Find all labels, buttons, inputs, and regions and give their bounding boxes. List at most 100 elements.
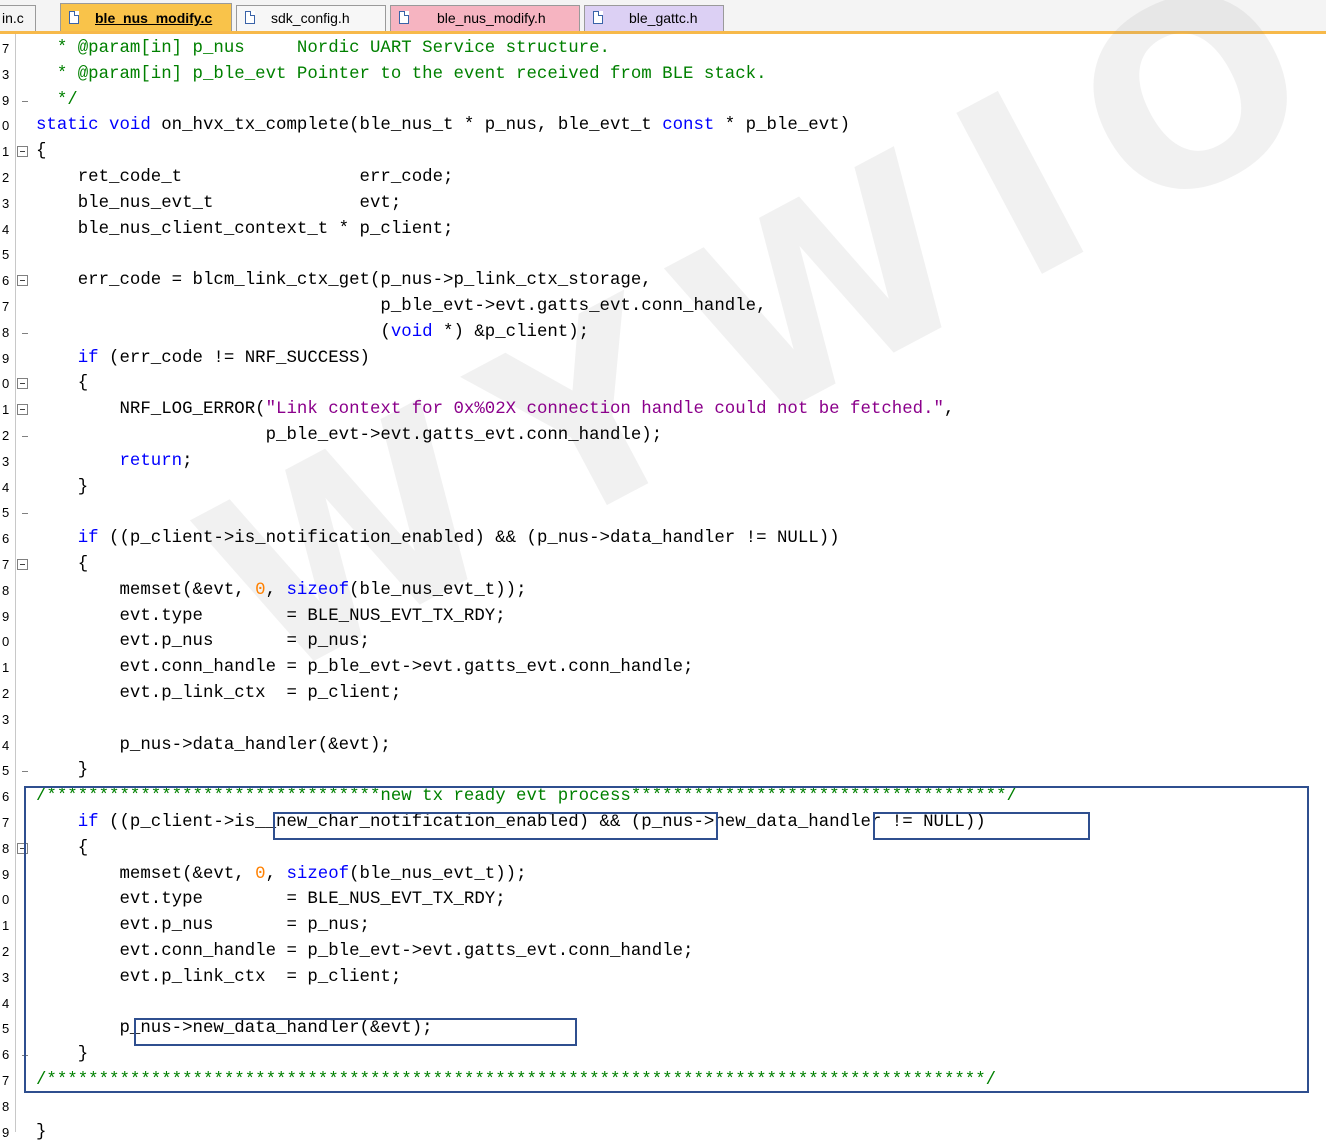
code-token: ((p_client->is_notification_enabled) && … [98, 529, 840, 549]
code-line: evt.p_link_ctx = p_client; [36, 681, 401, 707]
code-line: if ((p_client->is_notification_enabled) … [36, 526, 840, 552]
line-number: 2 [2, 428, 10, 443]
tab-ble-nus-modify-h[interactable]: ble_nus_modify.h [390, 5, 580, 31]
code-line: } [36, 1120, 46, 1146]
fold-end-tick [22, 513, 28, 515]
line-number: 8 [2, 582, 10, 598]
line-number: 0 [2, 634, 10, 650]
code-line: { [36, 552, 88, 578]
line-number: 1 [2, 660, 10, 676]
highlight-box-handler-call [134, 1018, 577, 1046]
file-icon [245, 11, 255, 24]
code-token: p_ble_evt->evt.gatts_evt.conn_handle, [36, 297, 767, 316]
tab-label: ble_nus_modify.h [437, 10, 546, 26]
fold-end-tick [22, 332, 28, 334]
code-token: { [36, 374, 89, 394]
line-number: 9 [2, 1124, 10, 1140]
fold-toggle-icon[interactable] [17, 146, 28, 158]
code-token: * @param[in] p_ble_evt Pointer to the ev… [36, 64, 767, 84]
code-line: (void *) &p_client); [36, 320, 589, 346]
code-token: { [36, 142, 47, 162]
code-token: { [36, 555, 89, 574]
line-number: 4 [2, 995, 10, 1011]
line-number: 3 [2, 711, 10, 727]
code-token: evt.conn_handle = p_ble_evt->evt.gatts_e… [36, 658, 694, 678]
tab-label: in.c [2, 10, 24, 26]
code-token: *) &p_client); [432, 322, 590, 342]
line-number: 7 [2, 299, 10, 314]
fold-end-tick [22, 436, 28, 437]
line-number: 9 [2, 350, 10, 366]
fold-toggle-icon[interactable] [17, 378, 28, 390]
tab-ble-gattc-h[interactable]: ble_gattc.h [584, 5, 724, 31]
code-line: if (err_code != NRF_SUCCESS) [36, 346, 370, 372]
code-line: ret_code_t err_code; [36, 165, 454, 191]
fold-end-tick [22, 100, 28, 102]
code-line: * @param[in] p_ble_evt Pointer to the ev… [36, 62, 767, 88]
tab-sdk-config-h[interactable]: sdk_config.h [236, 5, 386, 31]
line-number: 9 [2, 608, 10, 624]
line-number: 3 [2, 453, 10, 469]
line-number: 6 [2, 273, 10, 289]
code-token: static void [36, 116, 151, 136]
code-line: evt.p_nus = p_nus; [36, 629, 370, 655]
code-token: * p_ble_evt) [714, 116, 851, 136]
code-line: ble_nus_evt_t evt; [36, 191, 402, 217]
code-token: 0 [255, 580, 266, 600]
line-number: 9 [2, 92, 10, 108]
fold-toggle-icon[interactable] [17, 404, 28, 416]
line-number: 7 [2, 815, 10, 830]
line-number: 3 [2, 66, 10, 82]
line-number: 8 [2, 840, 10, 856]
line-number: 4 [2, 737, 10, 753]
line-number: 6 [2, 531, 10, 547]
line-number: 5 [2, 505, 10, 521]
tab-main-c[interactable]: in.c [0, 5, 36, 31]
editor-tab-bar: in.c ble_nus_modify.c sdk_config.h ble_n… [0, 0, 1326, 32]
tab-ble-nus-modify-c[interactable]: ble_nus_modify.c [60, 3, 232, 32]
line-number: 7 [2, 557, 10, 572]
code-token: p_nus->data_handler(&evt); [36, 735, 391, 755]
code-token: */ [36, 90, 78, 110]
fold-toggle-icon[interactable] [17, 275, 28, 287]
code-token: (err_code != NRF_SUCCESS) [98, 348, 370, 368]
highlight-box-notification-flag [273, 812, 718, 840]
highlight-box-new-data-handler [873, 812, 1090, 840]
line-number: 1 [2, 402, 10, 418]
line-number: 0 [2, 376, 10, 392]
line-number: 0 [2, 892, 10, 908]
code-token: * @param[in] p_nus Nordic UART Service s… [36, 39, 610, 58]
tab-label: ble_nus_modify.c [95, 10, 213, 26]
line-number: 2 [2, 944, 10, 959]
code-line: evt.type = BLE_NUS_EVT_TX_RDY; [36, 604, 506, 630]
code-line: { [36, 371, 88, 397]
line-number: 5 [2, 763, 10, 779]
line-number: 8 [2, 1098, 10, 1114]
code-token: evt.p_link_ctx = p_client; [36, 684, 402, 703]
line-number: 6 [2, 789, 10, 805]
file-icon [593, 11, 603, 24]
code-token: , [265, 580, 287, 600]
file-icon [69, 11, 79, 24]
code-token: p_ble_evt->evt.gatts_evt.conn_handle); [36, 426, 663, 445]
line-number: 3 [2, 969, 10, 985]
line-number: 9 [2, 866, 10, 882]
fold-toggle-icon[interactable] [17, 559, 28, 570]
fold-end-tick [22, 771, 28, 773]
line-number: 6 [2, 1047, 10, 1063]
tab-label: ble_gattc.h [629, 10, 698, 26]
line-number: 2 [2, 170, 10, 185]
code-token: evt.p_nus = p_nus; [36, 632, 370, 652]
code-line: */ [36, 88, 78, 114]
code-token: evt.type = BLE_NUS_EVT_TX_RDY; [36, 606, 506, 626]
code-line: err_code = blcm_link_ctx_get(p_nus->p_li… [36, 268, 652, 294]
code-token: void [390, 322, 433, 342]
line-number: 3 [2, 195, 10, 211]
code-token: , [943, 400, 955, 420]
code-token: ; [182, 451, 193, 471]
code-line: return; [36, 449, 193, 475]
code-token: on_hvx_tx_complete(ble_nus_t * p_nus, bl… [150, 116, 663, 136]
code-token: } [36, 761, 89, 781]
